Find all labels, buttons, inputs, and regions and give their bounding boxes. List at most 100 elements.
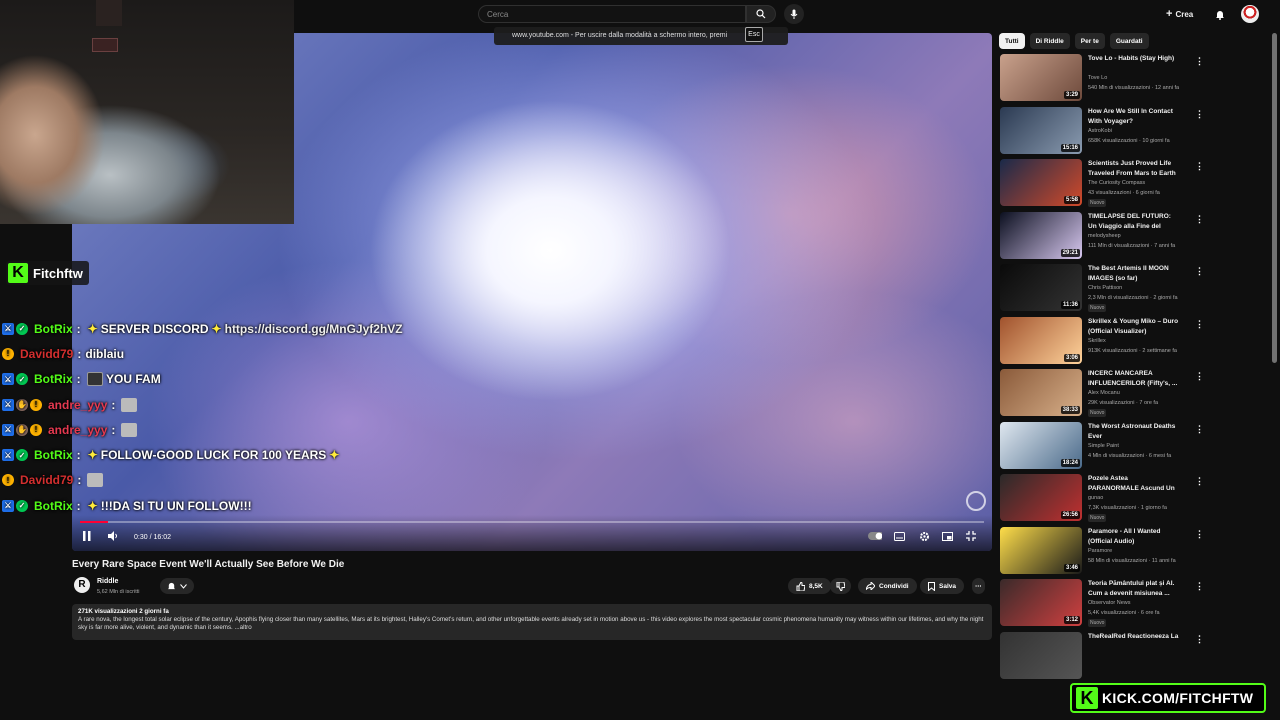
video-thumbnail[interactable]: 29:21: [1000, 211, 1082, 259]
channel-name[interactable]: Riddle: [97, 578, 118, 585]
more-vertical-icon[interactable]: ⋮: [1195, 424, 1204, 435]
chat-username[interactable]: BotRix: [34, 448, 73, 462]
recommendation-item[interactable]: 29:21 TIMELAPSE DEL FUTURO: Un Viaggio al…: [1000, 211, 1204, 260]
video-channel[interactable]: Simple Paint: [1088, 443, 1119, 449]
video-thumbnail[interactable]: 18:24: [1000, 421, 1082, 469]
subscription-notifications-button[interactable]: [160, 578, 194, 594]
more-vertical-icon[interactable]: ⋮: [1195, 214, 1204, 225]
recommendation-item[interactable]: 5:58 Scientists Just Proved Life Traveled…: [1000, 159, 1204, 207]
video-channel[interactable]: melodysheep: [1088, 233, 1121, 239]
video-title[interactable]: Tove Lo - Habits (Stay High): [1088, 54, 1180, 64]
video-channel[interactable]: Alex Mocanu: [1088, 390, 1120, 396]
video-channel[interactable]: AstroKobi: [1088, 128, 1112, 134]
more-actions-button[interactable]: ⋯: [972, 578, 985, 594]
chip-3[interactable]: Guardati: [1109, 33, 1149, 49]
new-badge: Nuovo: [1088, 619, 1107, 627]
exit-fullscreen-icon: [966, 531, 976, 541]
recommendation-item[interactable]: 26:56 Pozele Astea PARANORMALE Ascund Un …: [1000, 474, 1204, 522]
video-channel[interactable]: gunao: [1088, 495, 1103, 501]
chat-username[interactable]: andre_yyy: [48, 423, 107, 437]
save-button[interactable]: Salva: [920, 578, 964, 594]
video-channel[interactable]: Paramore: [1088, 548, 1112, 554]
video-thumbnail[interactable]: [1000, 631, 1082, 679]
recommendation-item[interactable]: 11:36 The Best Artemis II MOON IMAGES (so…: [1000, 264, 1204, 312]
video-title[interactable]: Paramore - All I Wanted (Official Audio): [1088, 527, 1180, 547]
video-channel[interactable]: Observator News: [1088, 600, 1131, 606]
video-title[interactable]: How Are We Still In Contact With Voyager…: [1088, 107, 1180, 127]
volume-button[interactable]: [106, 529, 120, 543]
scrollbar[interactable]: [1272, 33, 1277, 363]
video-thumbnail[interactable]: 3:29: [1000, 54, 1082, 101]
dislike-button[interactable]: [830, 578, 851, 594]
video-channel[interactable]: The Curiosity Compass: [1088, 180, 1145, 186]
share-button[interactable]: Condividi: [858, 578, 917, 594]
more-vertical-icon[interactable]: ⋮: [1195, 319, 1204, 330]
fullscreen-exit-button[interactable]: [964, 529, 978, 543]
more-vertical-icon[interactable]: ⋮: [1195, 371, 1204, 382]
search-button[interactable]: [746, 5, 776, 23]
description-box[interactable]: 271K visualizzazioni 2 giorni fa A rare …: [72, 604, 992, 640]
video-title[interactable]: Pozele Astea PARANORMALE Ascund Un Secre…: [1088, 474, 1180, 495]
chat-username[interactable]: Davidd79: [20, 473, 73, 487]
subtitles-button[interactable]: [892, 529, 906, 543]
more-vertical-icon[interactable]: ⋮: [1195, 109, 1204, 120]
recommendation-item[interactable]: 18:24 The Worst Astronaut Deaths Ever Simp…: [1000, 421, 1204, 470]
chat-link[interactable]: https://discord.gg/MnGJyf2hVZ: [225, 322, 403, 336]
video-thumbnail[interactable]: 11:36: [1000, 264, 1082, 311]
search-input[interactable]: Cerca: [478, 5, 746, 23]
settings-button[interactable]: [917, 529, 931, 543]
chat-username[interactable]: BotRix: [34, 372, 73, 386]
video-thumbnail[interactable]: 3:06: [1000, 316, 1082, 364]
recommendation-item[interactable]: 3:12 Teoria Pământului plat și AI. Cum a …: [1000, 579, 1204, 627]
more-vertical-icon[interactable]: ⋮: [1195, 161, 1204, 172]
more-vertical-icon[interactable]: ⋮: [1195, 56, 1204, 67]
video-channel[interactable]: Tove Lo: [1088, 75, 1107, 81]
video-channel[interactable]: Skrillex: [1088, 338, 1106, 344]
video-channel[interactable]: Chris Pattison: [1088, 285, 1122, 291]
chat-username[interactable]: Davidd79: [20, 347, 73, 361]
chip-2[interactable]: Per te: [1074, 33, 1105, 49]
recommendation-item[interactable]: 3:46 Paramore - All I Wanted (Official Au…: [1000, 526, 1204, 575]
video-thumbnail[interactable]: 5:58: [1000, 159, 1082, 206]
more-vertical-icon[interactable]: ⋮: [1195, 634, 1204, 645]
video-title[interactable]: TheRealRed Reactioneeza La: [1088, 632, 1180, 642]
video-title[interactable]: The Worst Astronaut Deaths Ever: [1088, 422, 1180, 442]
account-avatar[interactable]: [1241, 5, 1259, 23]
video-title[interactable]: Teoria Pământului plat și AI. Cum a deve…: [1088, 579, 1180, 599]
recommendation-item[interactable]: 15:16 How Are We Still In Contact With Vo…: [1000, 106, 1204, 155]
video-title[interactable]: The Best Artemis II MOON IMAGES (so far): [1088, 264, 1180, 284]
more-vertical-icon[interactable]: ⋮: [1195, 581, 1204, 592]
progress-bar[interactable]: [80, 521, 984, 523]
video-thumbnail[interactable]: 3:46: [1000, 526, 1082, 574]
hand-badge-icon: ✋: [16, 423, 28, 436]
like-button[interactable]: 8,5K: [788, 578, 831, 594]
chip-1[interactable]: Di Riddle: [1029, 33, 1070, 49]
chat-username[interactable]: andre_yyy: [48, 398, 107, 412]
video-title[interactable]: Scientists Just Proved Life Traveled Fro…: [1088, 159, 1180, 180]
create-button[interactable]: + Crea: [1166, 6, 1193, 22]
video-thumbnail[interactable]: 38:33: [1000, 369, 1082, 416]
more-vertical-icon[interactable]: ⋮: [1195, 476, 1204, 487]
chip-0[interactable]: Tutti: [999, 33, 1025, 49]
recommendation-item[interactable]: 3:29 Tove Lo - Habits (Stay High) Tove Lo 5…: [1000, 54, 1204, 102]
channel-watermark-icon[interactable]: [966, 491, 986, 511]
voice-search-button[interactable]: [784, 4, 804, 24]
more-vertical-icon[interactable]: ⋮: [1195, 266, 1204, 277]
miniplayer-button[interactable]: [940, 529, 954, 543]
video-title[interactable]: Skrillex & Young Miko – Duro (Official V…: [1088, 317, 1180, 337]
video-thumbnail[interactable]: 26:56: [1000, 474, 1082, 521]
video-title[interactable]: INCERC MANCAREA INFLUENCERILOR (Fifty's,…: [1088, 369, 1180, 389]
recommendation-item[interactable]: TheRealRed Reactioneeza La ⋮: [1000, 631, 1204, 680]
video-thumbnail[interactable]: 15:16: [1000, 106, 1082, 154]
recommendation-item[interactable]: 3:06 Skrillex & Young Miko – Duro (Offici…: [1000, 316, 1204, 365]
video-title[interactable]: TIMELAPSE DEL FUTURO: Un Viaggio alla Fi…: [1088, 212, 1180, 233]
notifications-button[interactable]: [1212, 6, 1228, 22]
chat-username[interactable]: BotRix: [34, 499, 73, 513]
channel-avatar[interactable]: R: [74, 577, 90, 593]
video-thumbnail[interactable]: 3:12: [1000, 579, 1082, 626]
recommendation-item[interactable]: 38:33 INCERC MANCAREA INFLUENCERILOR (Fif…: [1000, 369, 1204, 417]
more-vertical-icon[interactable]: ⋮: [1195, 529, 1204, 540]
chat-username[interactable]: BotRix: [34, 322, 73, 336]
autoplay-toggle[interactable]: [868, 529, 882, 543]
pause-button[interactable]: [80, 529, 94, 543]
